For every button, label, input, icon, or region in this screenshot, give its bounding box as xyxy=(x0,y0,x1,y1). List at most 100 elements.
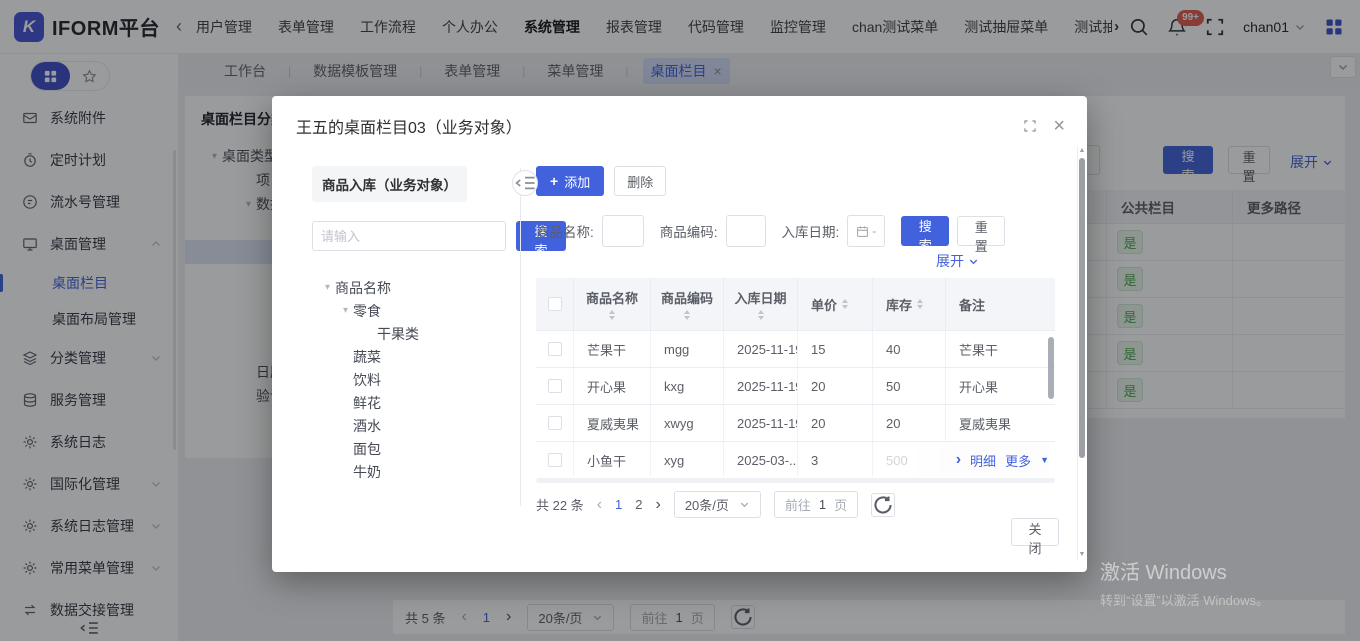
caret-down-icon xyxy=(739,499,750,510)
sort-icon[interactable] xyxy=(609,310,615,320)
goto-value: 1 xyxy=(819,497,826,512)
modal-close-icon[interactable]: × xyxy=(1053,118,1065,134)
sort-icon[interactable] xyxy=(842,299,848,309)
column-label: 商品编码 xyxy=(661,288,713,307)
sort-desc-icon[interactable] xyxy=(609,316,615,320)
filter-bar: 商品名称: 商品编码: 入库日期: - 搜索 重置 xyxy=(536,215,1063,247)
checkbox-icon xyxy=(548,342,562,356)
column-header-库存[interactable]: 库存 xyxy=(873,278,946,330)
cell-code: kxg xyxy=(651,368,724,404)
page-number-1[interactable]: 1 xyxy=(615,497,622,512)
tree-node-牛奶[interactable]: 牛奶 xyxy=(312,460,520,483)
next-page-icon[interactable]: › xyxy=(655,496,660,514)
column-header-入库日期[interactable]: 入库日期 xyxy=(724,278,798,330)
modal-header: 王五的桌面栏目03（业务对象） × xyxy=(272,96,1087,144)
tree-search-input[interactable] xyxy=(312,221,506,251)
row-checkbox[interactable] xyxy=(536,405,574,441)
row-checkbox[interactable] xyxy=(536,442,574,476)
table-row[interactable]: 开心果kxg2025-11-192050开心果 xyxy=(536,368,1055,405)
more-link[interactable]: 更多 xyxy=(1005,451,1031,470)
cell-stock: 40 xyxy=(873,331,946,367)
select-all-checkbox[interactable] xyxy=(536,278,574,330)
tree-node-面包[interactable]: 面包 xyxy=(312,437,520,460)
sort-desc-icon[interactable] xyxy=(917,305,923,309)
expand-row-icon[interactable]: › xyxy=(956,451,961,469)
product-code-input[interactable] xyxy=(726,215,766,247)
cell-note: 夏威夷果 xyxy=(946,405,1055,441)
tree-node-饮料[interactable]: 饮料 xyxy=(312,368,520,391)
date-range-picker[interactable]: - xyxy=(847,215,885,247)
scroll-up-icon[interactable]: ▲ xyxy=(1079,146,1086,156)
cell-stock: 50 xyxy=(873,368,946,404)
tree-node-酒水[interactable]: 酒水 xyxy=(312,414,520,437)
scrollbar-thumb[interactable] xyxy=(1079,158,1085,458)
table-row[interactable]: 芒果干mgg2025-11-191540芒果干 xyxy=(536,331,1055,368)
tree-node-干果类[interactable]: 干果类 xyxy=(312,322,520,345)
sort-asc-icon[interactable] xyxy=(917,299,923,303)
screen: K IFORM平台 ‹ 用户管理表单管理工作流程个人办公系统管理报表管理代码管理… xyxy=(0,0,1360,641)
cell-note: 开心果 xyxy=(946,368,1055,404)
goto-unit: 页 xyxy=(834,495,847,514)
add-button[interactable]: + 添加 xyxy=(536,166,604,196)
tree-node-鲜花[interactable]: 鲜花 xyxy=(312,391,520,414)
sort-icon[interactable] xyxy=(917,299,923,309)
modal-expand-link[interactable]: 展开 xyxy=(536,251,979,271)
panel-collapse-toggle[interactable] xyxy=(512,170,538,196)
tree-label: 商品名称 xyxy=(335,278,391,298)
tree-node-零食[interactable]: ▾零食 xyxy=(312,299,520,322)
cell-name: 芒果干 xyxy=(574,331,651,367)
table-horizontal-scrollbar[interactable] xyxy=(536,478,1055,483)
modal-left-panel: 商品入库（业务对象） 搜索 ▾商品名称▾零食干果类蔬菜饮料鲜花酒水面包牛奶 xyxy=(272,144,520,512)
product-name-input[interactable] xyxy=(602,215,644,247)
cell-date: 2025-03-... xyxy=(724,442,798,476)
sort-asc-icon[interactable] xyxy=(758,310,764,314)
row-actions: ›明细更多▼ xyxy=(910,442,1049,476)
page-size-select[interactable]: 20条/页 xyxy=(674,491,761,518)
page-number-2[interactable]: 2 xyxy=(635,497,642,512)
modal-title: 王五的桌面栏目03（业务对象） xyxy=(296,114,522,138)
caret-down-icon: ▾ xyxy=(320,282,335,293)
sort-desc-icon[interactable] xyxy=(684,316,690,320)
column-header-商品名称[interactable]: 商品名称 xyxy=(574,278,651,330)
sort-asc-icon[interactable] xyxy=(609,310,615,314)
column-header-商品编码[interactable]: 商品编码 xyxy=(651,278,724,330)
cell-price: 20 xyxy=(798,405,873,441)
modal-search-button[interactable]: 搜索 xyxy=(901,216,949,246)
sort-icon[interactable] xyxy=(684,310,690,320)
modal-fullscreen-icon[interactable] xyxy=(1023,119,1037,133)
sort-asc-icon[interactable] xyxy=(684,310,690,314)
cell-stock: 20 xyxy=(873,405,946,441)
tree-node-商品名称[interactable]: ▾商品名称 xyxy=(312,276,520,299)
detail-link[interactable]: 明细 xyxy=(970,451,996,470)
sort-desc-icon[interactable] xyxy=(758,316,764,320)
tree-label: 鲜花 xyxy=(353,393,381,413)
caret-down-icon: ▾ xyxy=(338,305,353,316)
sort-icon[interactable] xyxy=(758,310,764,320)
column-label: 商品名称 xyxy=(586,288,638,307)
scroll-down-icon[interactable]: ▼ xyxy=(1079,550,1086,560)
product-table: 商品名称商品编码入库日期单价库存备注 芒果干mgg2025-11-191540芒… xyxy=(536,278,1055,483)
sort-desc-icon[interactable] xyxy=(842,305,848,309)
table-vertical-scrollbar[interactable] xyxy=(1048,334,1055,474)
sort-asc-icon[interactable] xyxy=(842,299,848,303)
table-row[interactable]: 小鱼干xyg2025-03-...3500›明细更多▼ xyxy=(536,442,1055,476)
column-header-单价[interactable]: 单价 xyxy=(798,278,873,330)
table-row[interactable]: 夏威夷果xwyg2025-11-192020夏威夷果 xyxy=(536,405,1055,442)
goto-page-input[interactable]: 前往1页 xyxy=(774,491,858,518)
tree-search-row: 搜索 xyxy=(312,221,508,251)
tree-label: 牛奶 xyxy=(353,462,381,482)
prev-page-icon[interactable]: ‹ xyxy=(597,496,602,514)
modal-scrollbar[interactable]: ▲ ▼ xyxy=(1077,146,1086,560)
panel-divider xyxy=(520,168,521,506)
row-checkbox[interactable] xyxy=(536,368,574,404)
close-button[interactable]: 关闭 xyxy=(1011,518,1059,546)
checkbox-icon xyxy=(548,453,562,467)
row-checkbox[interactable] xyxy=(536,331,574,367)
object-label: 商品入库（业务对象） xyxy=(312,166,467,202)
tree-node-蔬菜[interactable]: 蔬菜 xyxy=(312,345,520,368)
calendar-icon xyxy=(856,225,869,238)
cell-date: 2025-11-19 xyxy=(724,405,798,441)
delete-button[interactable]: 删除 xyxy=(614,166,666,196)
refresh-icon[interactable] xyxy=(871,493,895,517)
modal-reset-button[interactable]: 重置 xyxy=(957,216,1005,246)
